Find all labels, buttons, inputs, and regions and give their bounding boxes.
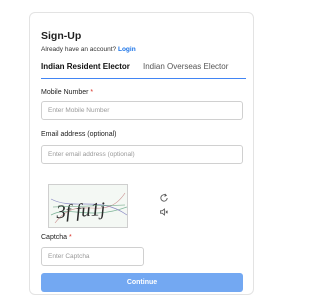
- refresh-captcha-button[interactable]: [157, 192, 171, 204]
- email-label: Email address (optional): [41, 131, 117, 138]
- captcha-label: Captcha *: [41, 234, 72, 241]
- tab-indian-resident-elector[interactable]: Indian Resident Elector: [41, 62, 130, 71]
- captcha-label-text: Captcha: [41, 234, 68, 241]
- mobile-number-label: Mobile Number *: [41, 89, 93, 96]
- login-link[interactable]: Login: [118, 46, 136, 53]
- signup-card: Sign-Up Already have an account? Login I…: [29, 12, 254, 295]
- captcha-input[interactable]: [41, 247, 144, 266]
- page-title: Sign-Up: [41, 30, 82, 42]
- speaker-icon: [160, 208, 168, 216]
- audio-captcha-button[interactable]: [157, 206, 171, 218]
- tab-underline: [41, 77, 246, 79]
- mobile-number-label-text: Mobile Number: [41, 89, 89, 96]
- tab-indian-overseas-elector[interactable]: Indian Overseas Elector: [143, 62, 228, 71]
- required-marker: *: [90, 89, 94, 96]
- captcha-graphic: 3f fu1j: [50, 192, 127, 223]
- elector-tabs: Indian Resident Elector Indian Overseas …: [41, 61, 246, 79]
- svg-text:3f fu1j: 3f fu1j: [55, 199, 106, 223]
- captcha-image: 3f fu1j: [48, 184, 128, 228]
- refresh-icon: [160, 193, 168, 202]
- login-prompt-text: Already have an account?: [41, 46, 117, 53]
- login-prompt: Already have an account? Login: [41, 46, 136, 53]
- required-marker: *: [69, 234, 72, 241]
- email-input[interactable]: [41, 145, 243, 164]
- continue-button[interactable]: Continue: [41, 273, 243, 292]
- mobile-number-input[interactable]: [41, 101, 243, 120]
